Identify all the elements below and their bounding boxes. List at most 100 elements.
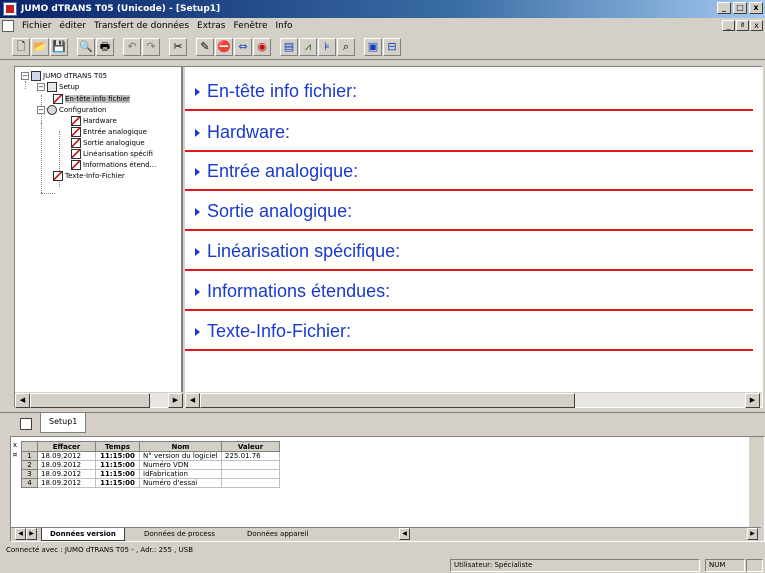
scroll-left-icon[interactable]: ◀ xyxy=(185,393,200,408)
content-horizontal-scrollbar[interactable]: ◀ ▶ xyxy=(185,392,762,408)
search-icon[interactable]: ⌕ xyxy=(337,37,355,56)
scroll-left-icon[interactable]: ◀ xyxy=(15,393,30,408)
table-row[interactable]: 3 18.09.2012 11:15:00 IdFabrication xyxy=(21,469,280,479)
open-folder-icon[interactable]: 📂 xyxy=(31,37,49,56)
collapse-icon[interactable]: − xyxy=(37,83,45,91)
edit-icon[interactable]: ✎ xyxy=(196,37,214,56)
mdi-minimize-button[interactable]: _ xyxy=(722,20,735,31)
section-hardware[interactable]: Hardware: xyxy=(185,116,753,152)
link-icon[interactable]: ⇔ xyxy=(234,37,252,56)
data-vertical-scrollbar[interactable] xyxy=(749,437,761,527)
tree-node-setup[interactable]: − Setup xyxy=(37,82,79,92)
split-window-icon[interactable]: ⊟ xyxy=(383,37,401,56)
column-header-nom[interactable]: Nom xyxy=(139,441,222,452)
menu-editer[interactable]: éditer xyxy=(55,21,90,31)
minimize-button[interactable]: _ xyxy=(717,2,731,14)
mdi-restore-button[interactable]: ª xyxy=(736,20,749,31)
menu-transfert[interactable]: Transfert de données xyxy=(90,21,193,31)
title-bar: JUMO dTRANS T05 (Unicode) - [Setup1] _ □… xyxy=(0,0,765,18)
table-row[interactable]: 4 18.09.2012 11:15:00 Numéro d'essai xyxy=(21,478,280,488)
column-header-valeur[interactable]: Valeur xyxy=(221,441,280,452)
expand-arrow-icon xyxy=(195,168,200,176)
scroll-right-icon[interactable]: ▶ xyxy=(168,393,183,408)
window-title: JUMO dTRANS T05 (Unicode) - [Setup1] xyxy=(21,4,221,14)
column-header-effacer[interactable]: Effacer xyxy=(37,441,96,452)
table-row[interactable]: 1 18.09.2012 11:15:00 N° version du logi… xyxy=(21,451,280,461)
close-panel-icon[interactable]: x xyxy=(11,441,19,449)
close-button[interactable]: x xyxy=(749,2,763,14)
section-linearization[interactable]: Linéarisation spécifique: xyxy=(185,235,753,271)
expand-arrow-icon xyxy=(195,248,200,256)
section-header-info[interactable]: En-tête info fichier: xyxy=(185,75,753,111)
tree-node-extended-info[interactable]: Informations étend... xyxy=(71,160,156,170)
panel-scroll-left-icon[interactable]: ◀ xyxy=(399,528,410,540)
tree-view[interactable]: − JUMO dTRANS T05 − Setup En-tête info f… xyxy=(15,67,183,392)
menu-fichier[interactable]: Fichier xyxy=(18,21,55,31)
save-icon[interactable]: 💾 xyxy=(50,37,68,56)
scroll-right-icon[interactable]: ▶ xyxy=(745,393,760,408)
scroll-thumb[interactable] xyxy=(30,393,150,408)
document-icon xyxy=(20,418,32,430)
tab-scroll-right-icon[interactable]: ▶ xyxy=(26,528,37,540)
panel-scroll-right-icon[interactable]: ▶ xyxy=(747,528,758,540)
collapse-icon[interactable]: − xyxy=(37,106,45,114)
window-icon[interactable]: ▣ xyxy=(364,37,382,56)
menu-bar: Fichier éditer Transfert de données Extr… xyxy=(0,18,765,34)
target-icon[interactable]: ◉ xyxy=(253,37,271,56)
scissors-icon[interactable]: ✂ xyxy=(169,37,187,56)
tree-node-analog-out[interactable]: Sortie analogique xyxy=(71,138,145,148)
mdi-close-button[interactable]: x xyxy=(750,20,763,31)
tree-node-header-info[interactable]: En-tête info fichier xyxy=(53,94,130,104)
tree-node-root[interactable]: − JUMO dTRANS T05 xyxy=(21,71,107,81)
setup-icon xyxy=(47,82,57,92)
stop-icon[interactable]: ⛔ xyxy=(215,37,233,56)
data-grid: x ¤ Effacer Temps Nom Valeur 1 18.09.201… xyxy=(11,437,761,527)
maximize-button[interactable]: □ xyxy=(733,2,747,14)
print-icon[interactable]: 🖶 xyxy=(96,37,114,56)
data-panel: x ¤ Effacer Temps Nom Valeur 1 18.09.201… xyxy=(10,436,765,542)
tree-node-hardware[interactable]: Hardware xyxy=(71,116,117,126)
column-header-temps[interactable]: Temps xyxy=(95,441,140,452)
chart-icon[interactable]: ▤ xyxy=(280,37,298,56)
tree-horizontal-scrollbar[interactable]: ◀ ▶ xyxy=(15,392,183,408)
menu-info[interactable]: Info xyxy=(272,21,297,31)
tree-node-text-info[interactable]: Texte-Info-Fichier xyxy=(53,171,125,181)
tab-donnees-appareil[interactable]: Données appareil xyxy=(239,528,316,541)
menu-fenetre[interactable]: Fenêtre xyxy=(230,21,272,31)
edit-page-icon xyxy=(71,138,81,148)
bottom-tab-strip: ◀ ▶ Données version Données de process D… xyxy=(11,527,761,541)
undo-icon[interactable]: ↶ xyxy=(123,37,141,56)
tab-donnees-version[interactable]: Données version xyxy=(41,528,125,541)
tree-node-analog-in[interactable]: Entrée analogique xyxy=(71,127,147,137)
expand-arrow-icon xyxy=(195,288,200,296)
tab-scroll-left-icon[interactable]: ◀ xyxy=(15,528,26,540)
section-analog-in[interactable]: Entrée analogique: xyxy=(185,155,753,191)
section-extended-info[interactable]: Informations étendues: xyxy=(185,275,753,311)
scroll-thumb[interactable] xyxy=(200,393,575,408)
tab-setup1[interactable]: Setup1 xyxy=(40,413,87,433)
gear-icon xyxy=(47,105,57,115)
expand-arrow-icon xyxy=(195,129,200,137)
menu-extras[interactable]: Extras xyxy=(193,21,229,31)
edit-page-icon xyxy=(71,149,81,159)
new-document-icon[interactable]: 🗋 xyxy=(12,37,30,56)
document-icon[interactable] xyxy=(2,20,14,32)
device-icon xyxy=(31,71,41,81)
print-preview-icon[interactable]: 🔍 xyxy=(77,37,95,56)
column-header-rownum xyxy=(21,441,38,452)
collapse-icon[interactable]: − xyxy=(21,72,29,80)
table-row[interactable]: 2 18.09.2012 11:15:00 Numéro VDN xyxy=(21,460,280,470)
redo-icon[interactable]: ↷ xyxy=(142,37,160,56)
tab-donnees-process[interactable]: Données de process xyxy=(136,528,223,541)
section-text-info[interactable]: Texte-Info-Fichier: xyxy=(185,315,753,351)
bookmark-icon[interactable]: ⊧ xyxy=(318,37,336,56)
section-analog-out[interactable]: Sortie analogique: xyxy=(185,195,753,231)
connection-status: Connecté avec : JUMO dTRANS T05 - , Adr.… xyxy=(6,546,193,554)
document-tab-strip: Setup1 xyxy=(0,412,765,434)
graph-icon[interactable]: ⩘ xyxy=(299,37,317,56)
pin-panel-icon[interactable]: ¤ xyxy=(11,451,19,459)
expand-arrow-icon xyxy=(195,328,200,336)
edit-page-icon xyxy=(71,116,81,126)
tree-node-configuration[interactable]: − Configuration xyxy=(37,105,106,115)
tree-node-linearization[interactable]: Linéarisation spécifi xyxy=(71,149,153,159)
